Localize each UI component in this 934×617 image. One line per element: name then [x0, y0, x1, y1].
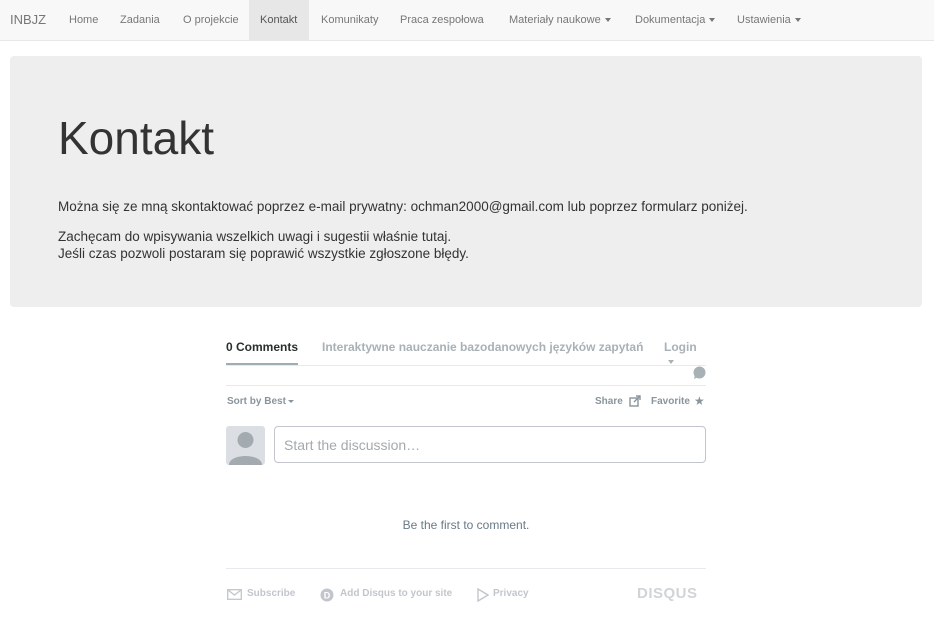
avatar	[226, 426, 265, 465]
contact-email-text: Można się ze mną skontaktować poprzez e-…	[58, 199, 748, 214]
nav-item-o-projekcie[interactable]: O projekcie	[172, 0, 250, 40]
toolbar-divider	[226, 385, 706, 386]
footer-divider	[226, 568, 706, 569]
caret-down-icon	[668, 359, 674, 364]
contact-jumbotron: Kontakt Można się ze mną skontaktować po…	[10, 56, 922, 307]
caret-down-icon	[709, 18, 716, 23]
svg-text:D: D	[324, 591, 331, 601]
sort-menu[interactable]: Sort by Best	[227, 396, 294, 407]
nav-item-praca-zespolowa[interactable]: Praca zespołowa	[389, 0, 495, 40]
nav-item-kontakt[interactable]: Kontakt	[249, 0, 309, 40]
tab-community[interactable]: Interaktywne nauczanie bazodanowych języ…	[322, 340, 643, 354]
disqus-d-icon[interactable]: D	[320, 588, 334, 602]
star-icon[interactable]: ★	[694, 394, 705, 408]
nav-item-materialy-naukowe[interactable]: Materiały naukowe	[498, 0, 622, 40]
share-icon[interactable]	[629, 395, 641, 407]
privacy-arrow-icon[interactable]	[477, 588, 489, 602]
user-silhouette-icon	[229, 432, 262, 465]
tab-comments[interactable]: 0 Comments	[226, 340, 298, 354]
subscribe-link[interactable]: Subscribe	[247, 588, 295, 599]
disqus-thread: 0 Comments Interaktywne nauczanie bazoda…	[226, 330, 706, 617]
bug-fix-text: Jeśli czas pozwoli postaram się poprawić…	[58, 246, 469, 261]
login-menu[interactable]: Login	[664, 340, 706, 368]
caret-down-icon	[287, 399, 294, 403]
comment-input[interactable]	[274, 426, 706, 463]
nav-item-komunikaty[interactable]: Komunikaty	[310, 0, 389, 40]
empty-comments-text: Be the first to comment.	[402, 518, 530, 532]
page-title: Kontakt	[58, 112, 214, 164]
add-disqus-link[interactable]: Add Disqus to your site	[340, 588, 452, 599]
brand-link[interactable]: INBJZ	[10, 12, 46, 27]
encouragement-text: Zachęcam do wpisywania wszelkich uwagi i…	[58, 229, 452, 244]
disqus-logo[interactable]: DISQUS	[637, 585, 698, 602]
navbar: INBJZ Home Zadania O projekcie Kontakt K…	[0, 0, 934, 41]
privacy-link[interactable]: Privacy	[493, 588, 529, 599]
share-button[interactable]: Share	[595, 396, 623, 407]
nav-label: Ustawienia	[737, 14, 791, 26]
envelope-icon[interactable]	[227, 589, 242, 600]
nav-label: Materiały naukowe	[509, 14, 601, 26]
caret-down-icon	[794, 18, 801, 23]
nav-item-ustawienia[interactable]: Ustawienia	[726, 0, 812, 40]
comment-bubble-icon[interactable]	[692, 366, 706, 380]
nav-item-dokumentacja[interactable]: Dokumentacja	[624, 0, 726, 40]
nav-label: Dokumentacja	[635, 14, 706, 26]
caret-down-icon	[604, 18, 611, 23]
nav-item-home[interactable]: Home	[58, 0, 109, 40]
sort-label: Sort by Best	[227, 396, 286, 407]
favorite-button[interactable]: Favorite	[651, 396, 690, 407]
tabs-divider	[226, 365, 706, 366]
nav-item-zadania[interactable]: Zadania	[109, 0, 171, 40]
login-label: Login	[664, 340, 697, 354]
